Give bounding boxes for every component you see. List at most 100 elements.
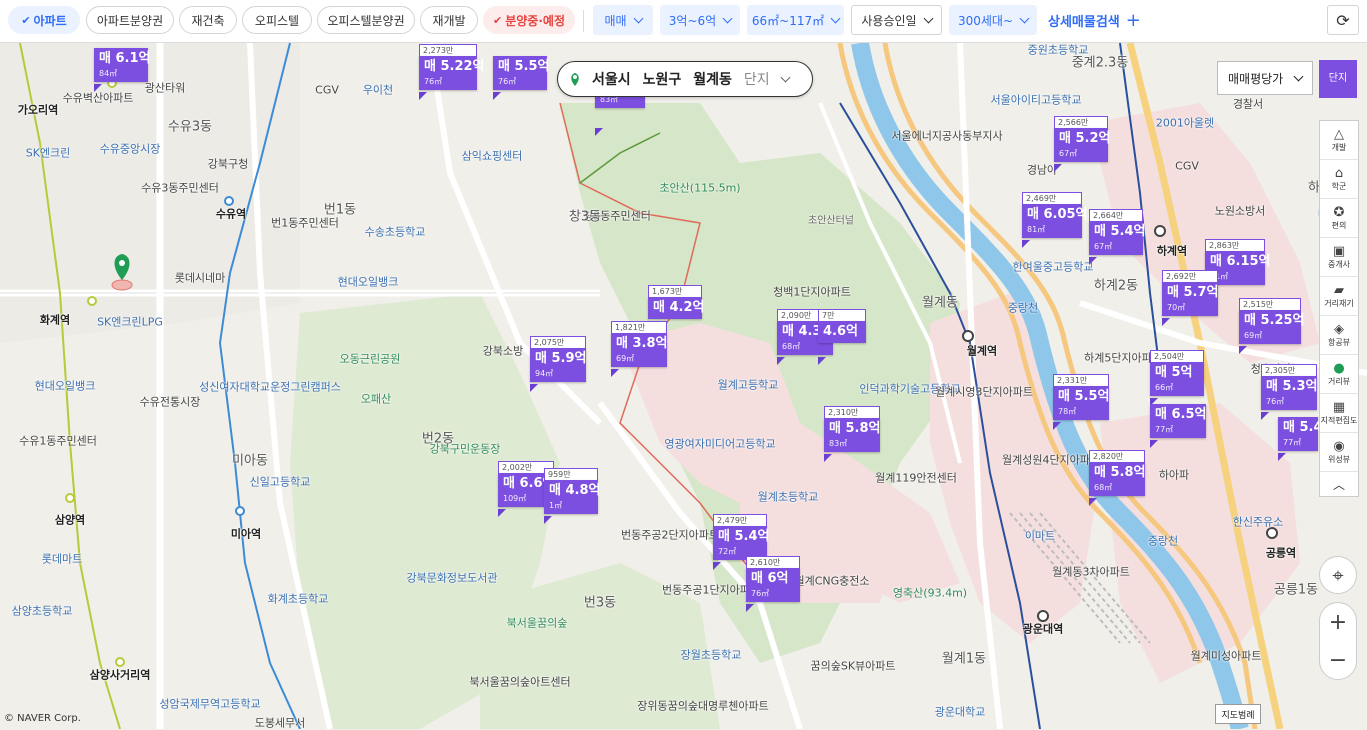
filter-chip-officetel[interactable]: 오피스텔	[242, 6, 312, 34]
marker-price: 매 4.8억	[549, 483, 601, 498]
map-label: 중랑천	[1147, 534, 1179, 548]
marker-pointer	[1053, 422, 1061, 430]
zoom-in-button[interactable]: +	[1320, 603, 1356, 641]
area-range-dropdown[interactable]: 66㎡~117㎡	[747, 5, 844, 35]
map-label: 월계동	[922, 295, 958, 311]
zoom-out-button[interactable]: −	[1320, 641, 1356, 679]
marker-price: 매 5.4억	[1094, 224, 1146, 239]
map-label: 성암국제무역고등학교	[159, 697, 261, 711]
trade-type-dropdown[interactable]: 매매	[593, 5, 653, 35]
crosshair-icon: ⌖	[1332, 563, 1344, 587]
marker-body: 매 6.5억 77㎡	[1150, 404, 1206, 438]
map-label: 이마트	[1024, 529, 1056, 543]
map-label: 영광여자미디어고등학교	[664, 437, 776, 451]
marker-price: 매 4.2억	[653, 300, 705, 315]
filter-chip-officetel-presale[interactable]: 오피스텔분양권	[317, 6, 415, 34]
location-district[interactable]: 노원구	[643, 69, 682, 89]
map-label: 광운대역	[1022, 622, 1064, 636]
marker-area: 109㎡	[503, 494, 527, 503]
map-label: 화계초등학교	[267, 592, 329, 606]
map-label: CGV	[315, 83, 339, 97]
tool-convenience[interactable]: ✪ 편의	[1320, 199, 1358, 238]
marker-pointer	[1162, 318, 1170, 326]
map-label: CGV	[1175, 159, 1199, 173]
marker-pointer	[1150, 440, 1158, 448]
marker-area: 1㎡	[549, 501, 563, 510]
location-dong[interactable]: 월계동	[693, 69, 732, 89]
marker-pointer	[595, 128, 603, 136]
map-label: 초안산터널	[808, 215, 854, 227]
map-label: 삼양역	[54, 513, 86, 527]
marker-pointer	[818, 357, 826, 365]
map-label: 한여울중고등학교	[1012, 260, 1094, 274]
marker-body: 매 5.4억 72㎡	[713, 526, 769, 560]
marker-pointer	[1022, 240, 1030, 248]
approval-date-dropdown[interactable]: 사용승인일	[851, 5, 942, 35]
tool-satellite[interactable]: ◉ 위성뷰	[1320, 433, 1358, 472]
tool-development[interactable]: △ 개발	[1320, 121, 1358, 160]
map-label: 롯데마트	[41, 552, 83, 566]
tool-cadastral[interactable]: ▦ 지적편집도	[1320, 394, 1358, 433]
filter-chip-apartment[interactable]: ✔ 아파트	[8, 6, 80, 34]
marker-price: 매 5.7억	[1167, 285, 1219, 300]
check-icon: ✔	[21, 13, 31, 27]
filter-chip-apartment-presale[interactable]: 아파트분양권	[86, 6, 174, 34]
location-type[interactable]: 단지	[744, 69, 770, 89]
map-legend-button[interactable]: 지도범례	[1215, 704, 1261, 724]
map-label: 노원소방서	[1214, 204, 1266, 218]
map-label: 월계미성아파트	[1190, 649, 1262, 663]
marker-pointer	[824, 454, 832, 462]
tool-school[interactable]: ⌂ 학군	[1320, 160, 1358, 199]
refresh-button[interactable]: ⟳	[1327, 5, 1359, 35]
collapse-tools-button[interactable]: ︿	[1320, 472, 1358, 496]
map-label: 수유역	[215, 207, 247, 221]
household-count-dropdown[interactable]: 300세대~	[949, 5, 1037, 35]
marker-area: 76㎡	[751, 589, 770, 598]
marker-price: 매 5.22억	[424, 59, 485, 74]
marker-body: 매 5.5억 76㎡	[493, 56, 549, 90]
tool-aerial[interactable]: ◈ 항공뷰	[1320, 316, 1358, 355]
marker-body: 매 5.5억 78㎡	[1053, 386, 1109, 420]
detail-search-button[interactable]: 상세매물검색 +	[1048, 5, 1141, 35]
marker-pointer	[1089, 498, 1097, 506]
marker-pointer	[713, 562, 721, 570]
marker-area: 94㎡	[535, 369, 554, 378]
marker-area: 69㎡	[616, 354, 635, 363]
filter-bar: ✔ 아파트 아파트분양권 재건축 오피스텔 오피스텔분양권 재개발 ✔ 분양중·예정…	[0, 0, 1367, 43]
tool-agent[interactable]: ▣ 중개사	[1320, 238, 1358, 277]
chevron-down-icon	[633, 13, 643, 23]
filter-chip-redevelopment[interactable]: 재개발	[420, 6, 478, 34]
map-label: 창3동	[568, 209, 602, 225]
danji-toggle-button[interactable]: 단지	[1319, 60, 1357, 98]
location-breadcrumb[interactable]: 서울시 노원구 월계동 단지	[557, 61, 813, 97]
my-location-button[interactable]: ⌖	[1319, 556, 1357, 594]
divider	[583, 10, 584, 32]
map-label: 수유3동주민센터	[141, 181, 219, 195]
marker-body: 매 5.8억 83㎡	[824, 418, 880, 452]
marker-body: 매 5.7억 70㎡	[1162, 282, 1218, 316]
marker-price: 매 3.8억	[616, 336, 668, 351]
marker-pointer	[611, 369, 619, 377]
filter-chip-selling-scheduled[interactable]: ✔ 분양중·예정	[483, 6, 575, 34]
map-label: 신일고등학교	[249, 475, 311, 489]
tool-ruler[interactable]: ▰ 거리재기	[1320, 277, 1358, 316]
plus-icon: +	[1328, 609, 1348, 635]
map-label: 광운대학교	[934, 705, 986, 719]
marker-price: 매 5억	[1155, 365, 1193, 380]
filter-chip-reconstruction[interactable]: 재건축	[179, 6, 237, 34]
marker-area: 76㎡	[1266, 397, 1285, 406]
price-range-dropdown[interactable]: 3억~6억	[660, 5, 740, 35]
convenience-icon: ✪	[1333, 205, 1345, 220]
marker-body: 매 5.3억 76㎡	[1261, 376, 1317, 410]
price-type-select[interactable]: 매매평당가	[1217, 61, 1313, 95]
map-label: 장월초등학교	[680, 648, 742, 662]
chevron-down-icon	[780, 72, 791, 82]
location-city[interactable]: 서울시	[592, 69, 631, 89]
tool-street-view[interactable]: ● 거리뷰	[1320, 355, 1358, 394]
map-label: 2001아울렛	[1155, 116, 1215, 130]
street-view-icon: ●	[1333, 361, 1345, 376]
chevron-up-icon: ︿	[1332, 477, 1345, 492]
map-label: SK엔크린LPG	[97, 315, 163, 329]
marker-pointer	[419, 92, 427, 100]
marker-price: 매 5.5억	[1058, 389, 1110, 404]
